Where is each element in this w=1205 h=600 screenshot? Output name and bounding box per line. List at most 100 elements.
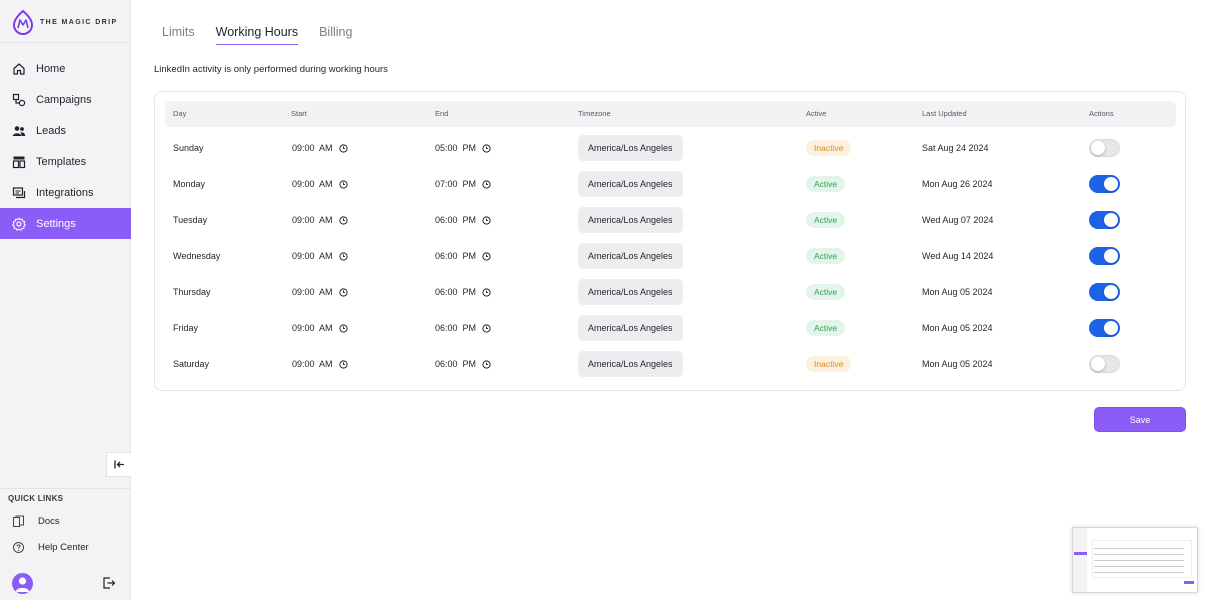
users-icon (12, 125, 26, 136)
status-badge: Active (806, 212, 846, 228)
brand-logo[interactable]: THE MAGIC DRIP (12, 9, 118, 35)
clock-icon (482, 251, 491, 261)
end-time-value: 06:00 PM (435, 359, 477, 369)
magic-drip-logo-icon (12, 9, 34, 35)
preview-save-button (1184, 581, 1194, 584)
active-toggle[interactable] (1089, 247, 1120, 265)
timezone-select[interactable]: America/Los Angeles (578, 315, 683, 341)
clock-icon (482, 179, 491, 189)
status-badge: Inactive (806, 356, 852, 372)
last-updated-cell: Mon Aug 05 2024 (922, 323, 993, 333)
tab-working-hours[interactable]: Working Hours (215, 25, 299, 45)
timezone-select[interactable]: America/Los Angeles (578, 243, 683, 269)
sidebar-nav: Home Campaigns Leads Templates Integrati… (0, 53, 131, 239)
clock-icon (338, 143, 348, 153)
sidebar-item-campaigns[interactable]: Campaigns (0, 84, 131, 115)
preview-line (1094, 554, 1184, 555)
toggle-knob (1104, 177, 1118, 191)
day-cell: Saturday (173, 359, 210, 369)
sidebar-item-templates[interactable]: Templates (0, 146, 131, 177)
end-time-input[interactable]: 06:00 PM (435, 274, 491, 310)
clock-icon (482, 215, 491, 225)
quick-link-docs[interactable]: Docs (12, 515, 60, 528)
start-time-value: 09:00 AM (292, 215, 333, 225)
table-row: Sunday 09:00 AM 05:00 PM America/Los Angele… (165, 130, 1176, 166)
end-time-value: 05:00 PM (435, 143, 477, 153)
start-time-input[interactable]: 09:00 AM (292, 238, 348, 274)
timezone-select[interactable]: America/Los Angeles (578, 207, 683, 233)
avatar[interactable] (12, 573, 33, 594)
preview-active-item (1074, 552, 1087, 555)
end-time-input[interactable]: 06:00 PM (435, 238, 491, 274)
end-time-input[interactable]: 06:00 PM (435, 310, 491, 346)
toggle-knob (1104, 321, 1118, 335)
sidebar-item-leads[interactable]: Leads (0, 115, 131, 146)
timezone-select[interactable]: America/Los Angeles (578, 279, 683, 305)
toggle-knob (1104, 213, 1118, 227)
save-button[interactable]: Save (1094, 407, 1186, 432)
start-time-input[interactable]: 09:00 AM (292, 274, 348, 310)
sidebar-item-home[interactable]: Home (0, 53, 131, 84)
active-toggle[interactable] (1089, 319, 1120, 337)
start-time-value: 09:00 AM (292, 179, 333, 189)
sidebar-item-label: Integrations (36, 186, 94, 199)
end-time-input[interactable]: 06:00 PM (435, 346, 491, 382)
active-toggle[interactable] (1089, 355, 1120, 373)
table-row: Thursday 09:00 AM 06:00 PM America/Los Ange… (165, 274, 1176, 310)
start-time-input[interactable]: 09:00 AM (292, 310, 348, 346)
clock-icon (482, 359, 491, 369)
sidebar-item-integrations[interactable]: Integrations (0, 177, 131, 208)
quick-link-label: Help Center (38, 542, 89, 553)
start-time-input[interactable]: 09:00 AM (292, 130, 348, 166)
timezone-select[interactable]: America/Los Angeles (578, 171, 683, 197)
status-badge: Active (806, 248, 846, 264)
templates-icon (12, 156, 26, 168)
last-updated-cell: Wed Aug 07 2024 (922, 215, 994, 225)
toggle-knob (1091, 357, 1105, 371)
quick-link-help-center[interactable]: Help Center (12, 541, 89, 554)
sidebar-item-label: Home (36, 62, 66, 75)
quick-links-title: QUICK LINKS (8, 494, 64, 503)
start-time-value: 09:00 AM (292, 359, 333, 369)
end-time-input[interactable]: 07:00 PM (435, 166, 491, 202)
active-toggle[interactable] (1089, 283, 1120, 301)
start-time-value: 09:00 AM (292, 143, 333, 153)
timezone-select[interactable]: America/Los Angeles (578, 135, 683, 161)
preview-line (1094, 560, 1184, 561)
logout-icon[interactable] (102, 576, 116, 590)
page-preview-thumbnail[interactable] (1072, 527, 1198, 593)
last-updated-cell: Wed Aug 14 2024 (922, 251, 994, 261)
sidebar-item-settings[interactable]: Settings (0, 208, 131, 239)
column-header-end: End (435, 109, 449, 118)
clock-icon (338, 215, 348, 225)
tab-limits[interactable]: Limits (162, 25, 195, 45)
brand-name: THE MAGIC DRIP (40, 18, 118, 26)
column-header-actions: Actions (1089, 109, 1114, 118)
day-cell: Tuesday (173, 215, 208, 225)
start-time-input[interactable]: 09:00 AM (292, 346, 348, 382)
start-time-input[interactable]: 09:00 AM (292, 166, 348, 202)
day-cell: Friday (173, 323, 199, 333)
end-time-value: 06:00 PM (435, 251, 477, 261)
collapse-sidebar-button[interactable] (106, 452, 131, 477)
end-time-input[interactable]: 05:00 PM (435, 130, 491, 166)
end-time-input[interactable]: 06:00 PM (435, 202, 491, 238)
preview-line (1094, 548, 1184, 549)
active-toggle[interactable] (1089, 175, 1120, 193)
active-toggle[interactable] (1089, 211, 1120, 229)
toggle-knob (1091, 141, 1105, 155)
start-time-value: 09:00 AM (292, 251, 333, 261)
tab-billing[interactable]: Billing (319, 25, 352, 45)
clock-icon (482, 143, 491, 153)
start-time-input[interactable]: 09:00 AM (292, 202, 348, 238)
preview-sidebar (1073, 528, 1087, 592)
integrations-icon (12, 186, 26, 198)
settings-tabs: Limits Working Hours Billing (162, 25, 352, 45)
timezone-select[interactable]: America/Los Angeles (578, 351, 683, 377)
day-cell: Thursday (173, 287, 211, 297)
table-row: Tuesday 09:00 AM 06:00 PM America/Los Angel… (165, 202, 1176, 238)
column-header-last-updated: Last Updated (922, 109, 967, 118)
divider (0, 488, 131, 489)
column-header-start: Start (291, 109, 307, 118)
active-toggle[interactable] (1089, 139, 1120, 157)
